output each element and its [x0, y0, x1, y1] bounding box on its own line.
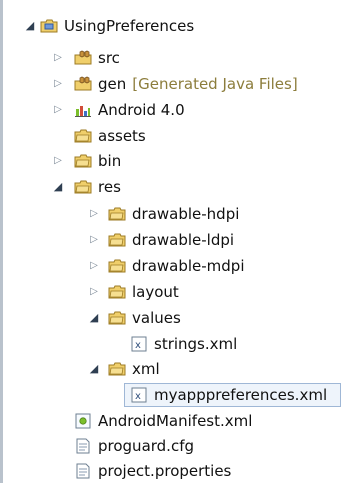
folder-icon: [108, 311, 126, 325]
expand-toggle-closed-icon[interactable]: ▷: [52, 148, 64, 174]
source-folder-icon: [74, 76, 92, 91]
gen-decoration: [Generated Java Files]: [132, 75, 298, 93]
expand-toggle-open-icon[interactable]: ◢: [88, 305, 100, 331]
folder-icon: [108, 285, 126, 299]
values-label: values: [132, 309, 181, 327]
svg-text:x: x: [135, 391, 141, 402]
expand-toggle-closed-icon[interactable]: ▷: [88, 253, 100, 279]
gen-label: gen [Generated Java Files]: [98, 71, 298, 97]
folder-icon: [108, 207, 126, 221]
expand-toggle-closed-icon[interactable]: ▷: [52, 97, 64, 123]
folder-icon: [74, 129, 92, 143]
folder-icon: [74, 180, 92, 194]
bin-label: bin: [98, 152, 122, 170]
assets-label: assets: [98, 127, 146, 145]
project-properties-label: project.properties: [98, 462, 232, 480]
expand-toggle-open-icon[interactable]: ◢: [88, 356, 100, 382]
xml-folder-label: xml: [132, 360, 160, 378]
layout-label: layout: [132, 283, 179, 301]
expand-toggle-closed-icon[interactable]: ▷: [52, 45, 64, 71]
svg-text:x: x: [135, 340, 141, 351]
expand-toggle-closed-icon[interactable]: ▷: [88, 227, 100, 253]
library-icon: [75, 106, 91, 117]
android-label: Android 4.0: [98, 101, 185, 119]
document-file-icon: [76, 463, 90, 479]
res-label: res: [98, 178, 121, 196]
folder-icon: [108, 259, 126, 273]
package-explorer: ◢ UsingPreferences ▷ src ▷ gen [Generated…: [0, 0, 354, 483]
drawable-ldpi-label: drawable-ldpi: [132, 231, 235, 249]
xml-file-icon: x: [131, 336, 147, 352]
folder-icon: [108, 233, 126, 247]
expand-toggle-open-icon[interactable]: ◢: [52, 174, 64, 200]
manifest-file-icon: [75, 413, 91, 429]
folder-icon: [108, 362, 126, 376]
folder-icon: [74, 154, 92, 168]
source-folder-icon: [74, 50, 92, 65]
document-file-icon: [76, 438, 90, 454]
manifest-label: AndroidManifest.xml: [98, 412, 253, 430]
drawable-mdpi-label: drawable-mdpi: [132, 257, 245, 275]
expand-toggle-closed-icon[interactable]: ▷: [88, 201, 100, 227]
proguard-label: proguard.cfg: [98, 437, 194, 455]
xml-file-icon: x: [131, 387, 147, 403]
strings-label: strings.xml: [154, 335, 238, 353]
src-label: src: [98, 49, 120, 67]
drawable-hdpi-label: drawable-hdpi: [132, 205, 240, 223]
gen-folder-name: gen: [98, 75, 127, 93]
expand-toggle-closed-icon[interactable]: ▷: [52, 71, 64, 97]
explorer-border: [0, 0, 3, 483]
myapppreferences-label: myapppreferences.xml: [154, 386, 328, 404]
project-folder-icon: [40, 19, 58, 33]
expand-toggle-closed-icon[interactable]: ▷: [88, 279, 100, 305]
project-label: UsingPreferences: [64, 17, 195, 35]
expand-toggle-open-icon[interactable]: ◢: [24, 13, 36, 39]
